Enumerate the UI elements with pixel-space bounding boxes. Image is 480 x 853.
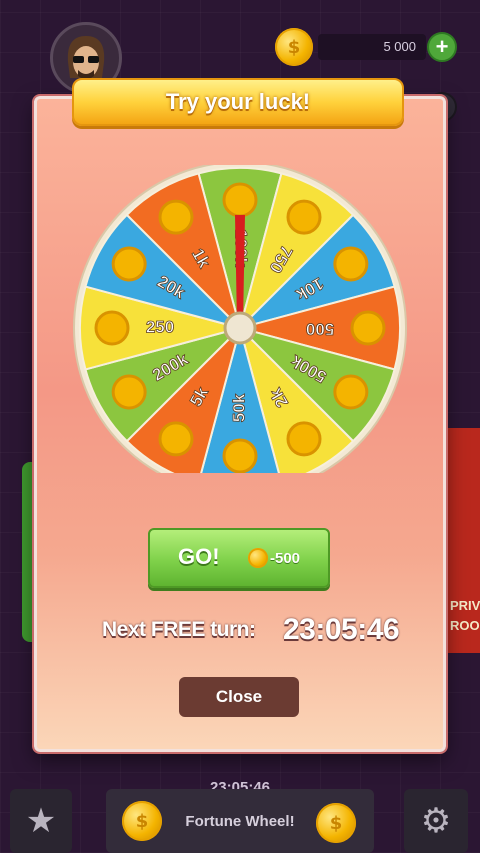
wheel-coin-icon: [158, 421, 194, 457]
wheel-segment-label: 50k: [229, 393, 248, 422]
dialog-title: Try your luck!: [72, 78, 404, 126]
settings-gear-icon[interactable]: ⚙: [404, 789, 468, 853]
coin-icon: $: [275, 28, 313, 66]
go-spin-button[interactable]: GO! -500: [148, 528, 330, 588]
private-room-card[interactable]: PRIV ROO: [440, 428, 480, 653]
wheel-coin-icon: [222, 182, 258, 218]
wheel-coin-icon: [286, 199, 322, 235]
wheel-segment-label: 250: [146, 317, 174, 336]
bottom-bar: ★ $ Fortune Wheel! $ ⚙: [0, 789, 480, 853]
wheel-coin-icon: [222, 438, 258, 474]
next-free-turn-timer: 23:05:46: [283, 613, 400, 646]
private-room-label-2: ROO: [450, 618, 480, 633]
wheel-coin-icon: [333, 246, 369, 282]
coin-icon: [248, 548, 268, 568]
wheel-coin-icon: [94, 310, 130, 346]
wheel-coin-icon: [333, 374, 369, 410]
favorites-star-icon[interactable]: ★: [10, 789, 72, 853]
wheel-coin-icon: [350, 310, 386, 346]
fortune-wheel-button[interactable]: $ Fortune Wheel! $: [106, 789, 374, 853]
wheel-coin-icon: [111, 374, 147, 410]
wheel-hub: [223, 311, 257, 345]
wheel-graphic: 100k75010k500500k2k50k5k200k25020k1k: [73, 161, 407, 495]
private-room-label-1: PRIV: [450, 598, 480, 613]
coin-bag-icon: $: [316, 803, 356, 843]
close-button[interactable]: Close: [179, 677, 299, 717]
coin-balance: 5 000: [318, 34, 426, 60]
wheel-segment-label: 500: [306, 320, 334, 339]
wheel-coin-icon: [286, 421, 322, 457]
add-coins-button[interactable]: +: [427, 32, 457, 62]
go-label: GO!: [178, 544, 220, 569]
wheel-coin-icon: [158, 199, 194, 235]
fortune-wheel[interactable]: 100k75010k500500k2k50k5k200k25020k1k: [72, 161, 408, 495]
wheel-coin-icon: [111, 246, 147, 282]
spin-cost: -500: [270, 550, 301, 567]
next-free-turn-label: Next FREE turn:: [102, 618, 256, 641]
